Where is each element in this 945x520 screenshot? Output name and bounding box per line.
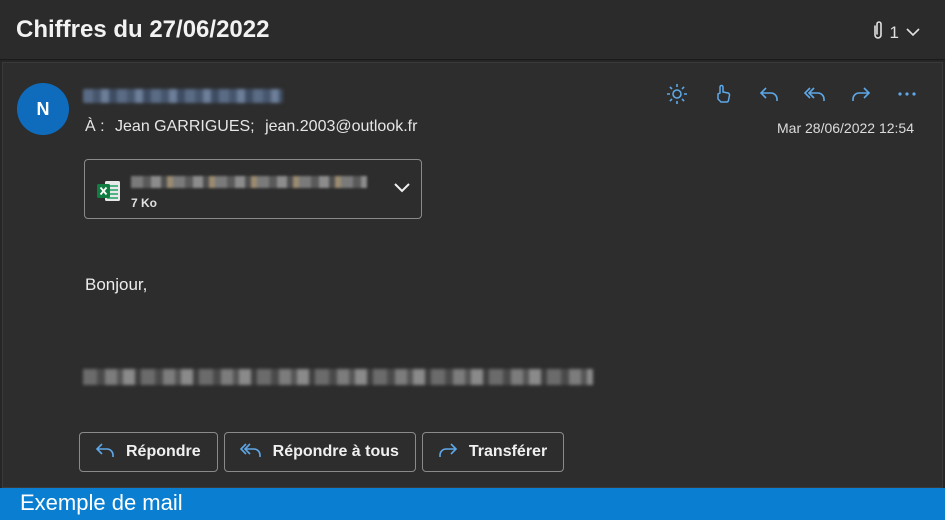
reply-button-label: Répondre [126, 443, 201, 460]
reply-icon[interactable] [756, 81, 782, 107]
avatar[interactable]: N [17, 83, 69, 135]
reply-button[interactable]: Répondre [79, 432, 218, 472]
sender-name-redacted [83, 89, 283, 103]
sun-icon[interactable] [664, 81, 690, 107]
message-header: Chiffres du 27/06/2022 1 [0, 0, 945, 60]
message-date: Mar 28/06/2022 12:54 [777, 120, 914, 136]
reply-all-button-label: Répondre à tous [272, 443, 399, 460]
recipient-email[interactable]: jean.2003@outlook.fr [265, 118, 417, 135]
attachment-size: 7 Ko [131, 196, 158, 210]
attachment-name-redacted [131, 176, 367, 188]
message-body-redacted [83, 369, 593, 385]
reply-all-button[interactable]: Répondre à tous [223, 432, 416, 472]
paperclip-icon [872, 20, 884, 45]
forward-icon [437, 440, 459, 465]
attachment-indicator[interactable]: 1 [872, 20, 921, 45]
attachment-card[interactable]: 7 Ko [84, 159, 422, 219]
chevron-down-icon[interactable] [393, 180, 411, 199]
figure-caption: Exemple de mail [0, 488, 945, 520]
reply-all-icon[interactable] [802, 81, 828, 107]
to-label: À : [85, 118, 105, 135]
message-greeting: Bonjour, [85, 275, 148, 294]
forward-icon[interactable] [848, 81, 874, 107]
attachment-count: 1 [889, 22, 899, 42]
like-icon[interactable] [710, 81, 736, 107]
recipient-name[interactable]: Jean GARRIGUES; [115, 118, 255, 135]
reply-all-icon [239, 440, 263, 465]
reply-bar: Répondre Répondre à tous Transférer [79, 432, 565, 472]
chevron-down-icon[interactable] [905, 23, 921, 43]
recipient-line: À : Jean GARRIGUES; jean.2003@outlook.fr [85, 118, 423, 136]
forward-button[interactable]: Transférer [421, 432, 565, 472]
message-subject: Chiffres du 27/06/2022 [16, 16, 270, 43]
message-card: N À : Jean GARRIGUES; jean.2003@outlook.… [2, 62, 943, 488]
excel-file-icon [97, 180, 121, 207]
reply-icon [94, 440, 116, 465]
more-icon[interactable] [894, 81, 920, 107]
forward-button-label: Transférer [468, 443, 548, 460]
message-actions [664, 81, 920, 107]
